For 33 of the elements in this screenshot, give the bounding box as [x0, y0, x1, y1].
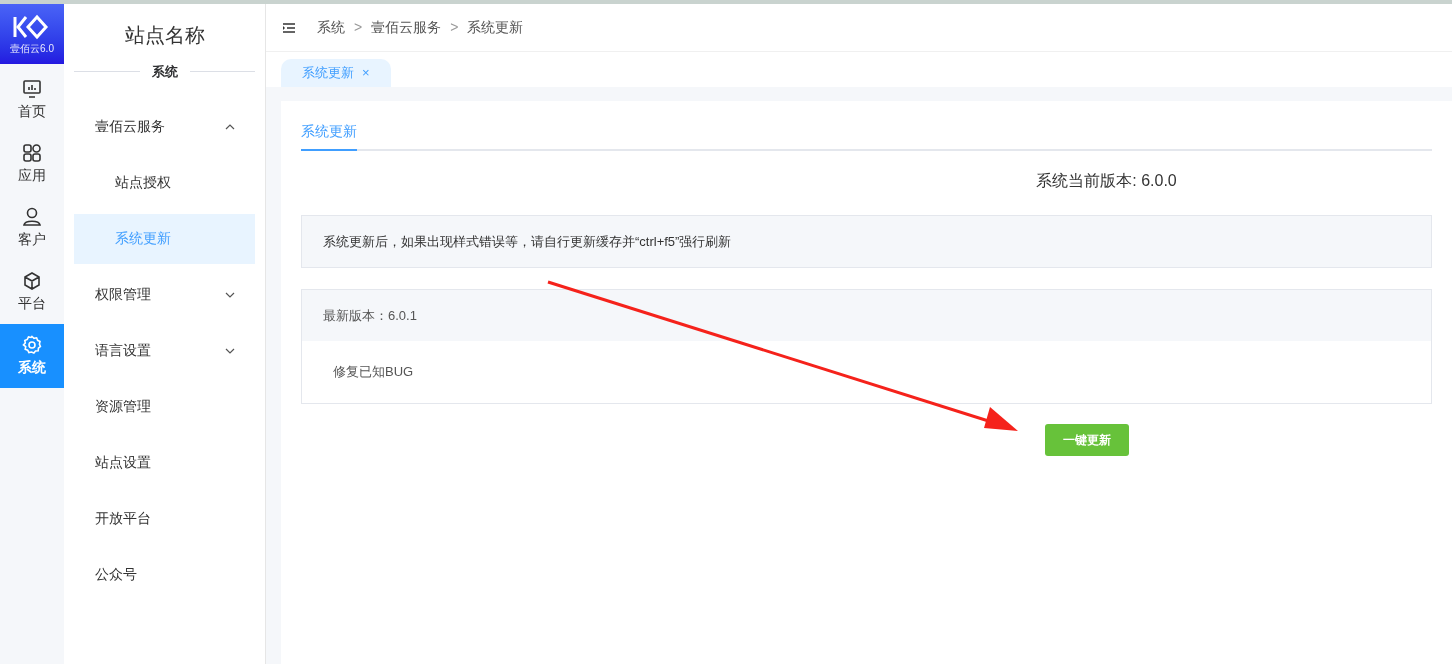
- latest-version: 最新版本：6.0.1: [302, 290, 1431, 341]
- breadcrumb-separator: >: [450, 18, 459, 37]
- menu-item[interactable]: 公众号: [74, 546, 255, 603]
- breadcrumb-link[interactable]: 壹佰云服务: [371, 17, 442, 38]
- menu-item[interactable]: 站点设置: [74, 434, 255, 491]
- breadcrumb-link[interactable]: 系统: [317, 17, 345, 38]
- menu-item[interactable]: 资源管理: [74, 378, 255, 435]
- breadcrumb-link[interactable]: 系统更新: [467, 17, 524, 38]
- rail-item[interactable]: 客户: [0, 196, 64, 260]
- chevron-icon: [225, 347, 235, 354]
- menu-item[interactable]: 开放平台: [74, 490, 255, 547]
- current-version: 系统当前版本: 6.0.0: [1036, 171, 1177, 191]
- grid-icon: [22, 142, 42, 163]
- user-icon: [22, 206, 42, 227]
- menu-item[interactable]: 权限管理: [74, 266, 255, 323]
- cube-icon: [22, 270, 42, 291]
- menu-icon[interactable]: [283, 22, 295, 33]
- logo-caption: 壹佰云6.0: [10, 44, 54, 54]
- menu-item[interactable]: 语言设置: [74, 322, 255, 379]
- release-notes: 修复已知BUG: [333, 363, 414, 382]
- rail-item[interactable]: 首页: [0, 68, 64, 132]
- breadcrumb-separator: >: [354, 18, 363, 37]
- menu-item[interactable]: 壹佰云服务: [74, 98, 255, 155]
- site-name: 站点名称: [123, 23, 206, 48]
- submenu-item[interactable]: 站点授权: [74, 157, 255, 208]
- rail-item[interactable]: 应用: [0, 132, 64, 196]
- chevron-icon: [225, 123, 235, 130]
- notice-message: 系统更新后，如果出现样式错误等，请自行更新缓存并“ctrl+f5”强行刷新: [301, 215, 1432, 268]
- monitor-icon: [22, 78, 42, 99]
- chevron-icon: [225, 291, 235, 298]
- settings-icon: [22, 334, 42, 355]
- section-title: 系统: [151, 63, 178, 81]
- rail-item[interactable]: 平台: [0, 260, 64, 324]
